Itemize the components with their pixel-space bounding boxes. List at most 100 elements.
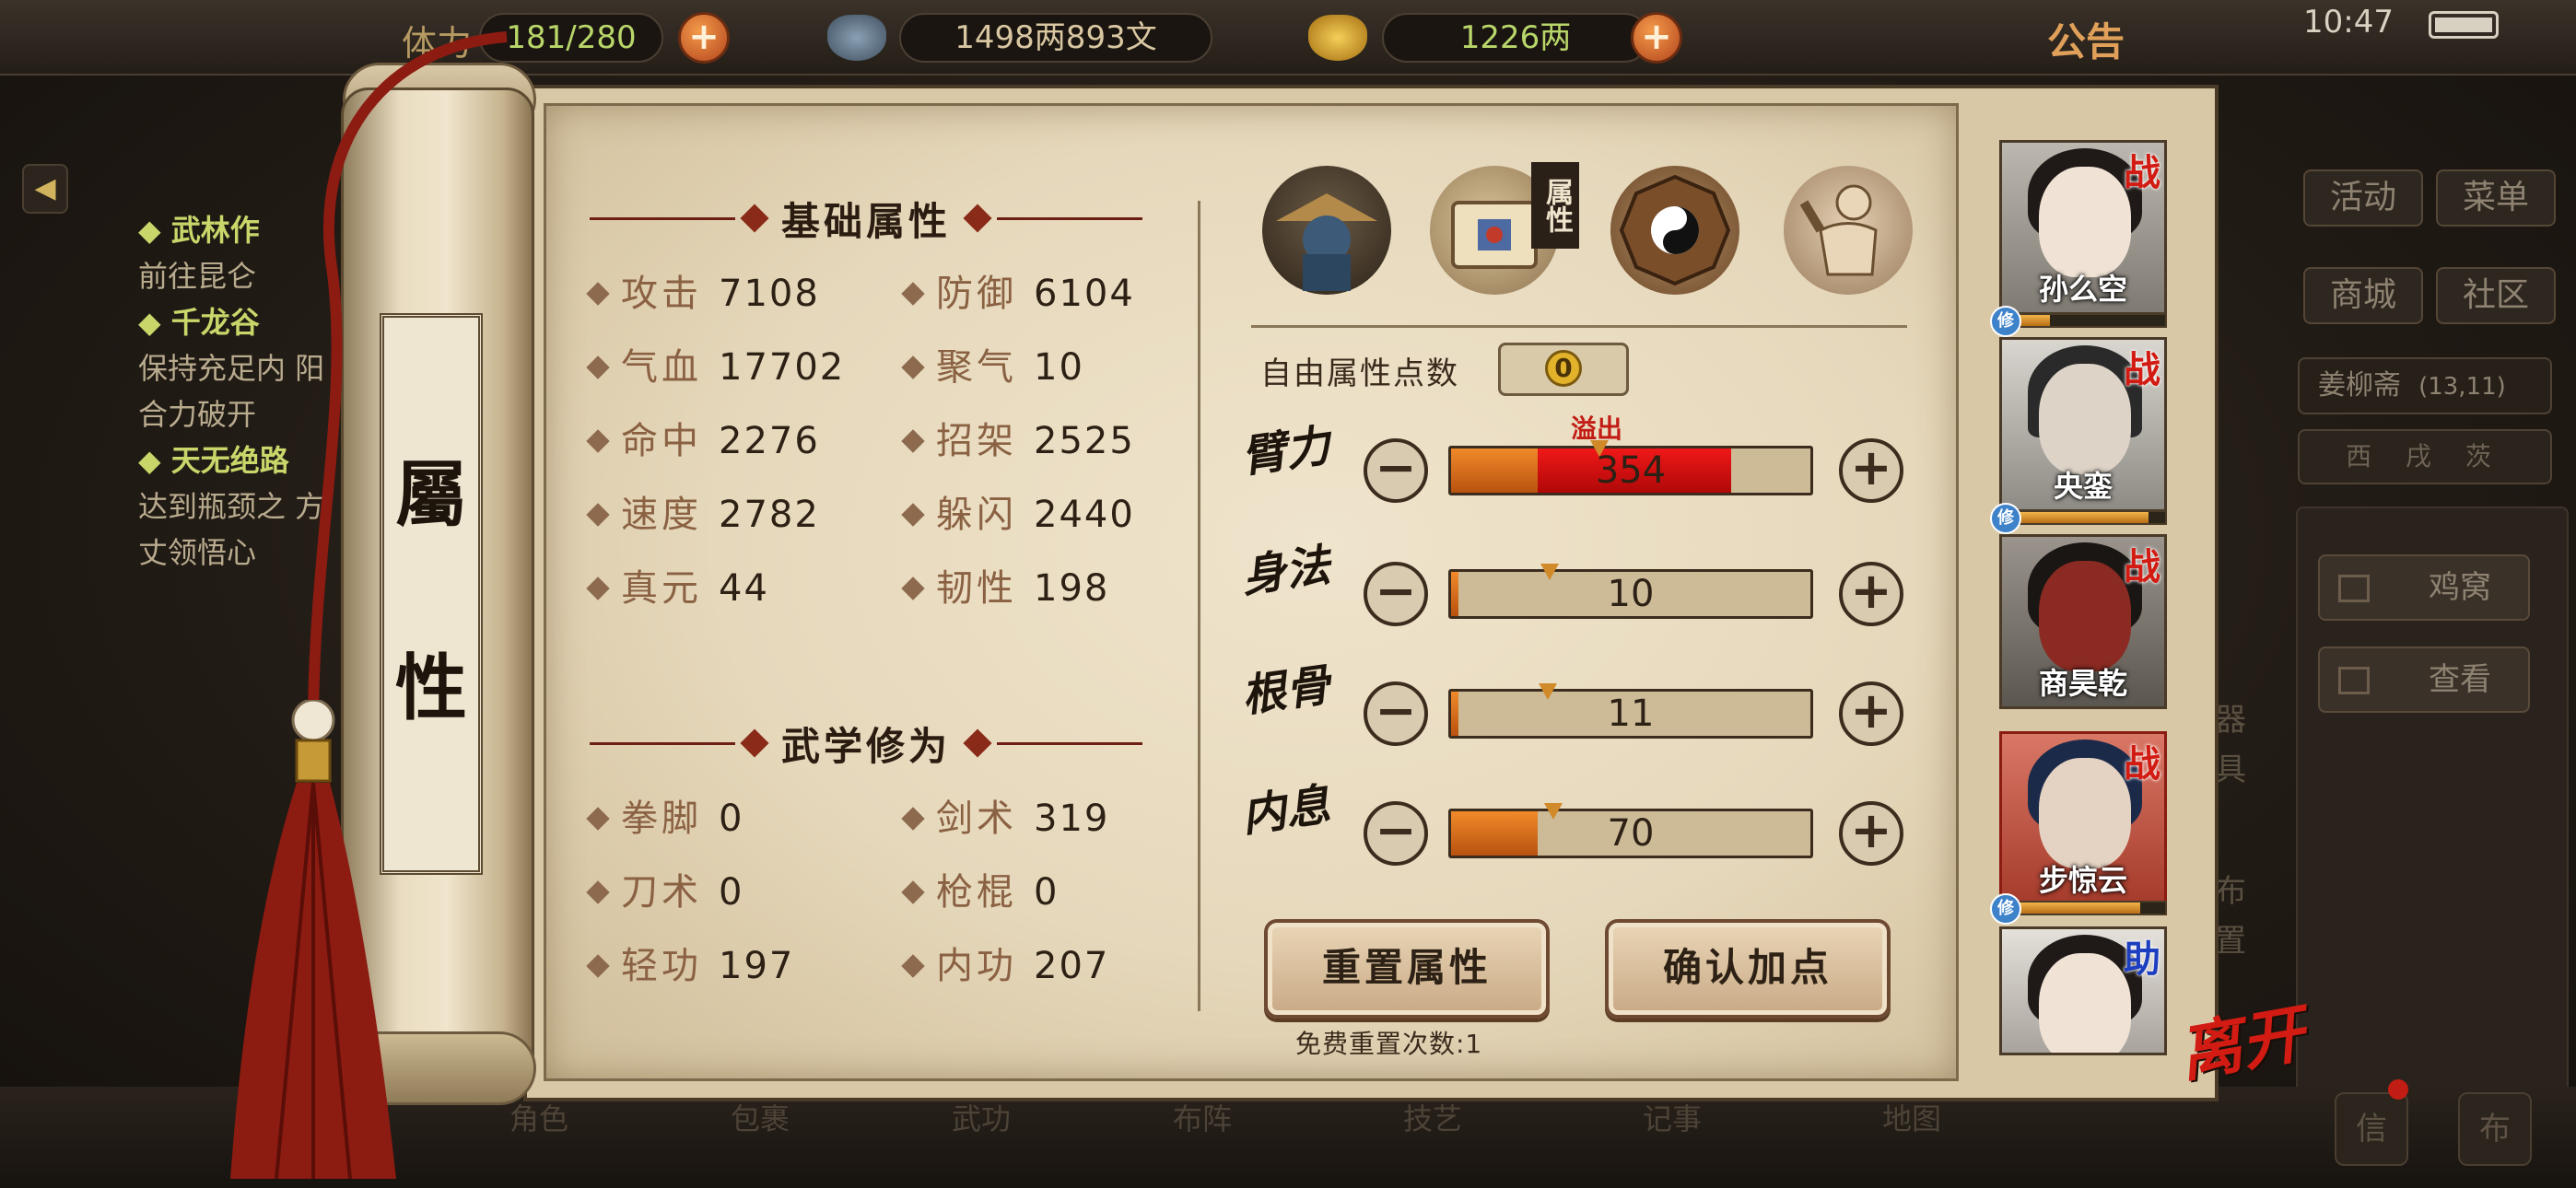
quest-item[interactable]: ◆ 武林作 [138,207,350,253]
constitution-marker [1539,683,1557,700]
hero-card-selected[interactable]: 战 步惊云 [1999,731,2167,906]
tab-divider [1251,325,1907,328]
cultivation-bar [1999,313,2167,328]
view-button[interactable]: 查看 [2318,646,2530,713]
breath-minus-button[interactable]: − [1364,801,1428,866]
agility-marker [1540,564,1559,580]
stat-accuracy: 命中 2276 [586,416,820,466]
hero-face [2039,167,2131,277]
mail-button[interactable]: 信 [2335,1092,2408,1166]
strength-minus-button[interactable]: − [1364,438,1428,503]
quest-item[interactable]: ◆ 天无绝路 [138,437,350,483]
cultivation-icon: 修 [1990,306,2021,337]
menu-button[interactable]: 菜单 [2436,169,2556,227]
skill-fist: 拳脚 0 [586,794,744,844]
activity-button[interactable]: 活动 [2303,169,2423,227]
stat-qi: 聚气 10 [901,343,1084,392]
cultivation-bar [1999,901,2167,915]
nav-kungfu[interactable]: 武功 [912,1096,1050,1138]
clock: 10:47 [2303,4,2394,41]
tab-character-icon[interactable] [1262,166,1391,295]
cultivation-icon: 修 [1990,893,2021,925]
battle-tag: 战 [2124,348,2160,391]
house-icon [2338,575,2370,602]
hero-name: 央銮 [2053,469,2113,504]
stat-toughness: 韧性 198 [901,564,1109,613]
constitution-bar: 11 [1448,689,1813,739]
community-button[interactable]: 社区 [2436,267,2556,324]
tab-meridian-icon[interactable] [1784,166,1913,295]
skill-lightness: 轻功 197 [586,941,794,991]
quest-item[interactable]: ◆ 千龙谷 [138,299,350,345]
battle-tag: 战 [2124,545,2160,588]
stat-true-essence: 真元 44 [586,564,769,613]
free-points-value: 0 [1545,350,1582,387]
attr-agility-label: 身法 [1238,539,1334,603]
silver-ingot-icon [827,15,886,61]
hero-name: 步惊云 [2038,863,2127,898]
nav-bag[interactable]: 包裹 [691,1096,829,1138]
nav-formation[interactable]: 布阵 [1133,1096,1271,1138]
add-gold-button[interactable]: + [1631,12,1682,64]
breath-bar: 70 [1448,809,1813,858]
tassel-icon [230,700,396,1179]
nest-button[interactable]: 鸡窝 [2318,554,2530,621]
hero-face [2039,758,2131,868]
side-fragment: 布 [2215,873,2246,910]
silver-value: 1498两893文 [899,13,1212,63]
battle-tag: 战 [2124,742,2160,786]
attr-breath-label: 内息 [1238,778,1334,843]
layout-button[interactable]: 布 [2458,1092,2532,1166]
gold-ingot-icon [1308,15,1367,61]
quest-desc: 前往昆仑 [138,259,257,294]
breath-marker [1544,803,1563,820]
cultivation-icon: 修 [1990,503,2021,534]
add-stamina-button[interactable]: + [678,12,730,64]
tab-attribute-label: 属性 [1531,162,1579,249]
stat-speed: 速度 2782 [586,490,820,540]
hero-card[interactable]: 助 [1999,926,2167,1055]
agility-plus-button[interactable]: + [1839,562,1903,626]
hero-card[interactable]: 战 央銮 [1999,337,2167,512]
hero-name: 商昊乾 [2038,666,2127,701]
agility-minus-button[interactable]: − [1364,562,1428,626]
constitution-minus-button[interactable]: − [1364,681,1428,746]
nav-skills[interactable]: 技艺 [1364,1096,1502,1138]
tab-bagua-icon[interactable] [1610,166,1739,295]
collapse-arrow-icon[interactable]: ◀ [22,164,68,214]
attr-constitution-label: 根骨 [1238,658,1334,723]
side-fragment: 置 [2215,923,2246,960]
reset-attributes-button[interactable]: 重置属性 [1264,919,1550,1019]
hero-name: 孙么空 [2038,272,2127,307]
shop-button[interactable]: 商城 [2303,267,2423,324]
agility-bar: 10 [1448,569,1813,619]
location-label: 姜柳斋 (13,11) [2298,357,2552,414]
strength-marker [1590,440,1609,457]
constitution-plus-button[interactable]: + [1839,681,1903,746]
hero-card[interactable]: 战 孙么空 [1999,140,2167,315]
notification-dot [2388,1079,2408,1100]
hero-mask [2039,561,2131,671]
stat-dodge: 躲闪 2440 [901,490,1135,540]
strength-value: 354 [1595,449,1667,492]
breath-value: 70 [1607,812,1655,855]
confirm-points-button[interactable]: 确认加点 [1605,919,1891,1019]
notice-button[interactable]: 公告 [2047,11,2125,67]
free-points-label: 自由属性点数 [1260,355,1459,392]
free-reset-count: 免费重置次数:1 [1295,1029,1483,1059]
strength-plus-button[interactable]: + [1839,438,1903,503]
gold-value: 1226两 [1382,13,1649,63]
constitution-value: 11 [1607,693,1655,735]
stat-parry: 招架 2525 [901,416,1135,466]
agility-value: 10 [1607,573,1655,615]
nav-journal[interactable]: 记事 [1603,1096,1741,1138]
hero-card[interactable]: 战 商昊乾 [1999,534,2167,709]
scroll-title-char: 屬 [394,453,467,537]
assist-tag: 助 [2124,938,2160,981]
location-action-list: 鸡窝 查看 [2296,507,2569,1096]
breath-plus-button[interactable]: + [1839,801,1903,866]
stat-defense: 防御 6104 [901,269,1135,319]
nav-map[interactable]: 地图 [1843,1096,1981,1138]
stat-hp: 气血 17702 [586,343,845,392]
view-icon [2338,667,2370,694]
